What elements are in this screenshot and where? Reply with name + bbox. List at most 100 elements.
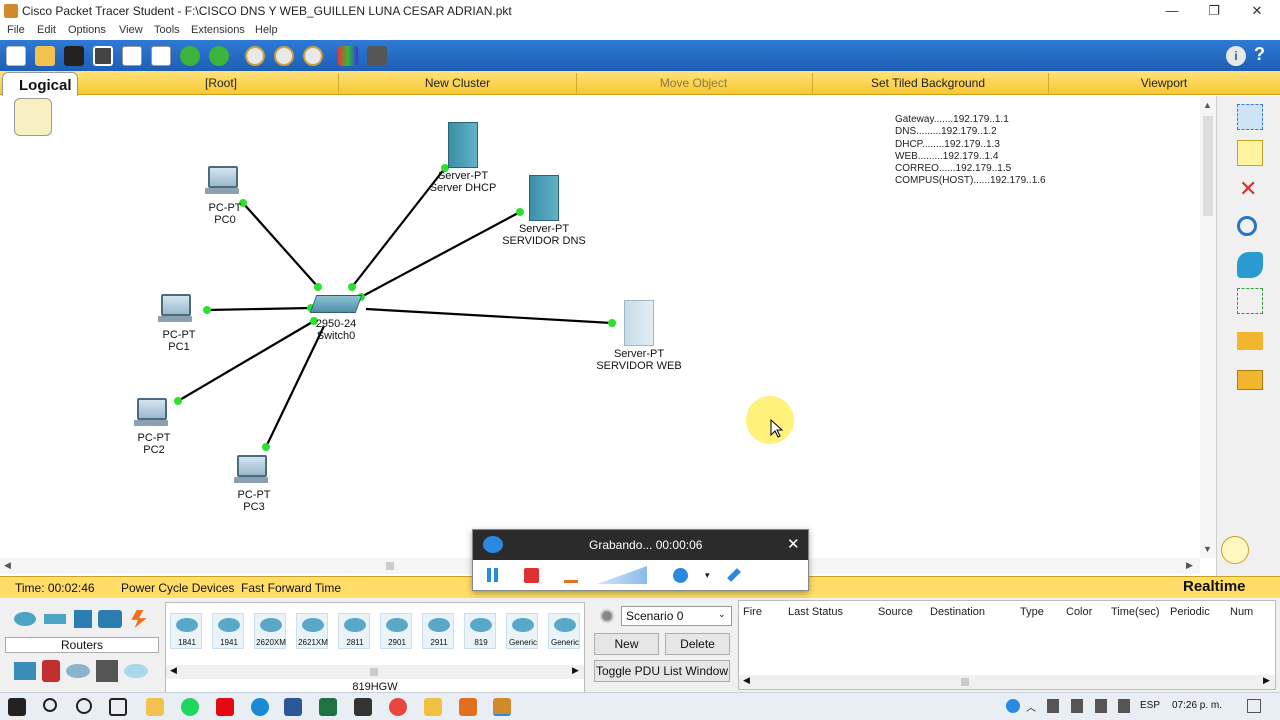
router-model-2620xm[interactable]: 2620XM	[254, 613, 286, 649]
hub-category-icon[interactable]	[74, 610, 92, 628]
inspect-icon[interactable]	[1237, 216, 1257, 236]
info-icon[interactable]: i	[1226, 46, 1246, 66]
chevron-down-icon[interactable]: ▾	[705, 570, 710, 581]
add-complex-pdu-icon[interactable]	[1237, 370, 1263, 390]
zoom-out-icon[interactable]	[303, 46, 323, 66]
menu-edit[interactable]: Edit	[37, 24, 56, 36]
scroll-up-icon[interactable]: ▲	[1203, 100, 1212, 110]
select-icon[interactable]	[1237, 104, 1263, 130]
edge-icon[interactable]	[251, 698, 269, 716]
ip-address-note[interactable]: Gateway.......192.179..1.1 DNS.........1…	[895, 114, 1055, 188]
app-icon[interactable]	[459, 698, 477, 716]
excel-icon[interactable]	[319, 698, 337, 716]
delete-scenario-button[interactable]: Delete	[665, 633, 730, 655]
viewport-button[interactable]: Viewport	[1124, 76, 1204, 90]
redo-icon[interactable]	[209, 46, 229, 66]
packet-tracer-icon[interactable]	[493, 698, 511, 716]
wan-emulation-category-icon[interactable]	[66, 664, 90, 678]
pc1-device[interactable]	[158, 294, 198, 322]
new-file-icon[interactable]	[6, 46, 26, 66]
move-object-button[interactable]: Move Object	[640, 76, 747, 90]
scroll-thumb[interactable]	[386, 562, 394, 570]
realtime-mode-label[interactable]: Realtime	[1183, 578, 1246, 595]
palette-icon[interactable]	[338, 46, 358, 66]
scroll-down-icon[interactable]: ▼	[1203, 544, 1212, 554]
battery-icon[interactable]	[1071, 699, 1083, 713]
task-view-icon[interactable]	[109, 698, 127, 716]
scenario-info-icon[interactable]	[600, 609, 614, 623]
spotify-icon[interactable]	[181, 698, 199, 716]
windows-start-icon[interactable]	[8, 698, 26, 716]
delete-icon[interactable]: ✕	[1239, 176, 1257, 202]
zoom-reset-icon[interactable]	[274, 46, 294, 66]
stop-icon[interactable]	[524, 568, 539, 583]
restore-button[interactable]: ❐	[1199, 2, 1229, 20]
realtime-clock-icon[interactable]	[1221, 536, 1249, 564]
router-model-1941[interactable]: 1941	[212, 613, 244, 649]
file-explorer-icon[interactable]	[146, 698, 164, 716]
pen-icon[interactable]	[727, 568, 741, 582]
scroll-thumb[interactable]	[370, 668, 378, 676]
help-tray-icon[interactable]	[1006, 699, 1020, 713]
power-cycle-button[interactable]: Power Cycle Devices	[121, 581, 234, 595]
router-model-819[interactable]: 819	[464, 613, 496, 649]
router-model-2901[interactable]: 2901	[380, 613, 412, 649]
scenario-select[interactable]: Scenario 0 ⌄	[621, 606, 732, 626]
vertical-scrollbar[interactable]: ▲ ▼	[1200, 96, 1216, 558]
wireless-category-icon[interactable]	[98, 610, 122, 628]
end-devices-category-icon[interactable]	[14, 662, 36, 680]
switch-icon[interactable]	[309, 295, 363, 313]
scroll-right-icon[interactable]: ▶	[1263, 675, 1270, 686]
fast-forward-button[interactable]: Fast Forward Time	[241, 581, 341, 595]
wizard-icon[interactable]	[122, 46, 142, 66]
close-button[interactable]: ✕	[1242, 2, 1272, 20]
help-icon[interactable]: ?	[1254, 44, 1265, 65]
router-model-generic[interactable]: Generic	[548, 613, 580, 649]
toggle-pdu-list-button[interactable]: Toggle PDU List Window	[594, 660, 730, 682]
server-dns-icon[interactable]	[529, 175, 559, 221]
pause-icon[interactable]	[487, 568, 491, 582]
wifi-icon[interactable]	[1095, 699, 1107, 713]
cortana-icon[interactable]	[76, 698, 92, 714]
model-scrollbar[interactable]: ◀ ▶	[166, 665, 584, 679]
volume-slider[interactable]	[597, 566, 647, 584]
netflix-icon[interactable]	[216, 698, 234, 716]
add-simple-pdu-icon[interactable]	[1237, 332, 1263, 350]
root-button[interactable]: [Root]	[200, 76, 242, 90]
network-icon[interactable]	[1047, 699, 1059, 713]
router-model-2621xm[interactable]: 2621XM	[296, 613, 328, 649]
logical-tab[interactable]: Logical	[2, 72, 78, 98]
word-icon[interactable]	[284, 698, 302, 716]
open-folder-icon[interactable]	[35, 46, 55, 66]
undo-icon[interactable]	[180, 46, 200, 66]
menu-help[interactable]: Help	[255, 24, 278, 36]
multiuser-category-icon[interactable]	[124, 664, 148, 678]
chevron-up-icon[interactable]: ︿	[1026, 699, 1036, 714]
resize-icon[interactable]	[1237, 288, 1263, 314]
tr-app-icon[interactable]	[354, 698, 372, 716]
menu-file[interactable]: File	[7, 24, 25, 36]
pc2-device[interactable]	[134, 398, 174, 426]
scroll-right-icon[interactable]: ▶	[1186, 560, 1193, 571]
menu-tools[interactable]: Tools	[154, 24, 180, 36]
router-model-2811[interactable]: 2811	[338, 613, 370, 649]
save-icon[interactable]	[64, 46, 84, 66]
volume-icon[interactable]	[1118, 699, 1130, 713]
search-icon[interactable]	[43, 698, 57, 712]
router-model-generic[interactable]: Generic	[506, 613, 538, 649]
router-category-icon[interactable]	[14, 612, 36, 626]
server-web-icon[interactable]	[624, 300, 654, 346]
scroll-right-icon[interactable]: ▶	[572, 665, 579, 676]
note-icon[interactable]	[1237, 140, 1263, 166]
scroll-left-icon[interactable]: ◀	[4, 560, 11, 571]
menu-view[interactable]: View	[119, 24, 143, 36]
scroll-left-icon[interactable]: ◀	[170, 665, 177, 676]
minimize-button[interactable]: —	[1157, 2, 1187, 20]
router-model-1841[interactable]: 1841	[170, 613, 202, 649]
pdu-scrollbar[interactable]: ◀ ▶	[739, 675, 1275, 689]
custom-device-icon[interactable]	[367, 46, 387, 66]
security-category-icon[interactable]	[42, 660, 60, 682]
menu-options[interactable]: Options	[68, 24, 106, 36]
clock[interactable]: 07:26 p. m.	[1172, 700, 1222, 711]
pc3-device[interactable]	[234, 455, 274, 483]
